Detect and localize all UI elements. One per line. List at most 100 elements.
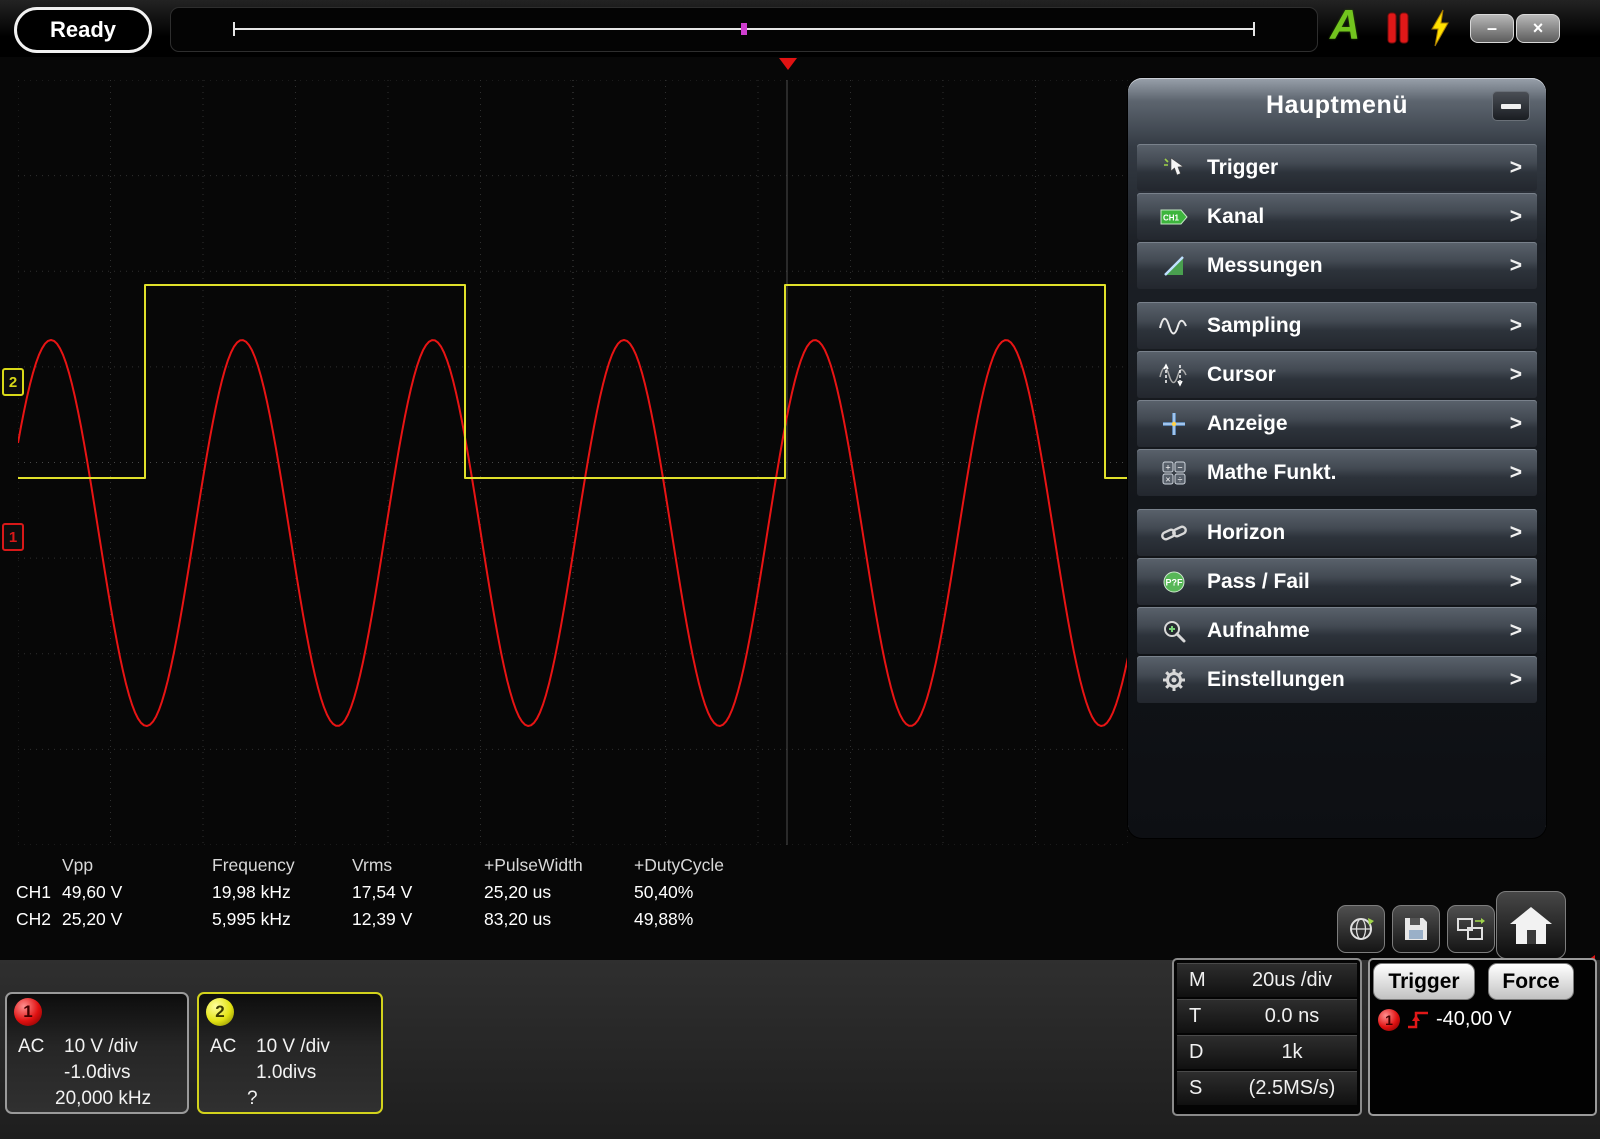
timebase-row-m: M 20us /div	[1177, 963, 1357, 997]
app-logo: A	[1330, 1, 1361, 48]
trigger-position-marker[interactable]	[779, 58, 797, 70]
channel-2-position-flag[interactable]: 2	[2, 368, 24, 396]
menu-item-label: Einstellungen	[1207, 667, 1345, 691]
channel-1-coupling-scale: AC 10 V /div	[18, 1036, 138, 1058]
sampling-wave-icon	[1151, 314, 1197, 338]
svg-text:−: −	[1177, 462, 1182, 472]
meas-value: 5,995 kHz	[212, 909, 291, 929]
menu-collapse-button[interactable]	[1492, 91, 1530, 121]
coupling-label: AC	[210, 1036, 237, 1057]
menu-item-mathe-funkt[interactable]: + − × ÷ Mathe Funkt. >	[1137, 449, 1537, 496]
menu-item-label: Pass / Fail	[1207, 569, 1310, 593]
trigger-level-value: -40,00 V	[1436, 1008, 1512, 1030]
meas-corner	[16, 855, 62, 876]
coupling-label: AC	[18, 1036, 45, 1057]
menu-item-label: Aufnahme	[1207, 618, 1310, 642]
menu-item-aufnahme[interactable]: Aufnahme >	[1137, 607, 1537, 654]
menu-group-3: Horizon > P?F Pass / Fail > Aufnahme > E…	[1137, 509, 1537, 703]
chevron-right-icon: >	[1509, 362, 1522, 386]
menu-item-sampling[interactable]: Sampling >	[1137, 302, 1537, 349]
trigger-info-row: 1 -40,00 V	[1378, 1008, 1512, 1031]
chevron-right-icon: >	[1509, 460, 1522, 484]
save-button[interactable]	[1392, 905, 1440, 953]
lightning-icon[interactable]	[1428, 9, 1452, 52]
timebase-key: M	[1189, 968, 1206, 991]
timebase-value: 0.0 ns	[1264, 1004, 1320, 1027]
globe-button[interactable]	[1337, 905, 1385, 953]
channel-tag-icon: CH1	[1151, 206, 1197, 228]
meas-header: Frequency	[212, 855, 295, 875]
timebase-value: 20us /div	[1251, 968, 1333, 991]
math-functions-icon: + − × ÷	[1151, 460, 1197, 486]
close-button[interactable]: ×	[1516, 14, 1560, 43]
timebase-row-t: T 0.0 ns	[1177, 999, 1357, 1033]
trigger-button[interactable]: Trigger	[1373, 963, 1475, 1000]
channel-1-box[interactable]: 1 AC 10 V /div -1.0divs 20,000 kHz	[5, 992, 189, 1114]
svg-text:P?F: P?F	[1166, 577, 1184, 587]
meas-header: Vrms	[352, 855, 393, 875]
menu-item-cursor[interactable]: Cursor >	[1137, 351, 1537, 398]
copy-screen-icon	[1457, 918, 1485, 940]
channel-1-offset: -1.0divs	[64, 1062, 131, 1083]
timebase-panel: M 20us /div T 0.0 ns D 1k S (2.5MS/s)	[1172, 958, 1362, 1116]
chevron-right-icon: >	[1509, 313, 1522, 337]
svg-text:×: ×	[1165, 474, 1170, 484]
display-crosshair-icon	[1151, 411, 1197, 437]
timebase-value: (2.5MS/s)	[1248, 1076, 1336, 1099]
menu-item-pass-fail[interactable]: P?F Pass / Fail >	[1137, 558, 1537, 605]
pause-icon[interactable]	[1385, 11, 1411, 50]
link-icon	[1151, 521, 1197, 545]
meas-value: 17,54 V	[352, 882, 413, 902]
channel-2-offset: 1.0divs	[256, 1062, 317, 1083]
meas-header: +PulseWidth	[484, 855, 583, 875]
svg-text:+: +	[1165, 462, 1170, 472]
waveform-display	[17, 79, 1129, 846]
meas-value: 25,20 us	[484, 882, 552, 902]
timebase-value: 1k	[1281, 1040, 1303, 1063]
channel-2-coupling-scale: AC 10 V /div	[210, 1036, 330, 1058]
menu-item-anzeige[interactable]: Anzeige >	[1137, 400, 1537, 447]
menu-item-label: Messungen	[1207, 253, 1323, 277]
channel-1-frequency: 20,000 kHz	[55, 1088, 152, 1109]
menu-item-horizon[interactable]: Horizon >	[1137, 509, 1537, 556]
scale-label: 10 V /div	[64, 1036, 138, 1057]
chevron-right-icon: >	[1509, 155, 1522, 179]
measure-triangle-icon	[1151, 253, 1197, 279]
menu-item-trigger[interactable]: Trigger >	[1137, 144, 1537, 191]
svg-text:CH1: CH1	[1163, 213, 1180, 222]
home-button[interactable]	[1496, 891, 1566, 959]
menu-title: Hauptmenü	[1266, 90, 1408, 119]
scope-graticule	[17, 79, 1129, 846]
timebase-row-d: D 1k	[1177, 1035, 1357, 1069]
meas-value: 49,60 V	[62, 882, 123, 902]
channel-2-frequency: ?	[247, 1088, 258, 1109]
menu-item-messungen[interactable]: Messungen >	[1137, 242, 1537, 289]
trigger-panel: Trigger Force 1 -40,00 V	[1368, 958, 1597, 1116]
meas-row-label: CH1	[16, 882, 52, 902]
meas-value: 19,98 kHz	[212, 882, 291, 902]
menu-items: Trigger > CH1 Kanal > Messungen > Sampli…	[1137, 144, 1537, 716]
copy-screen-button[interactable]	[1447, 905, 1495, 953]
timebase-key: D	[1189, 1040, 1204, 1063]
channel-2-box[interactable]: 2 AC 10 V /div 1.0divs ?	[197, 992, 383, 1114]
chevron-right-icon: >	[1509, 667, 1522, 691]
horizontal-position-slider[interactable]	[170, 7, 1318, 52]
meas-header: +DutyCycle	[634, 855, 724, 875]
globe-icon	[1350, 918, 1374, 940]
force-button[interactable]: Force	[1488, 963, 1574, 1000]
slider-position-marker[interactable]	[741, 23, 747, 35]
main-menu-panel: Hauptmenü Trigger > CH1 Kanal > Messunge…	[1128, 78, 1546, 838]
scale-label: 10 V /div	[256, 1036, 330, 1057]
title-bar: Ready A – ×	[0, 0, 1600, 57]
record-magnifier-icon	[1151, 618, 1197, 644]
menu-item-einstellungen[interactable]: Einstellungen >	[1137, 656, 1537, 703]
acquisition-status-button[interactable]: Ready	[14, 7, 152, 53]
minus-icon	[1501, 103, 1521, 109]
menu-group-1: Trigger > CH1 Kanal > Messungen >	[1137, 144, 1537, 289]
minimize-button[interactable]: –	[1470, 14, 1514, 43]
menu-item-label: Cursor	[1207, 362, 1276, 386]
slider-left-tick	[233, 22, 235, 36]
channel-1-position-flag[interactable]: 1	[2, 523, 24, 551]
menu-item-kanal[interactable]: CH1 Kanal >	[1137, 193, 1537, 240]
slider-right-tick	[1253, 22, 1255, 36]
